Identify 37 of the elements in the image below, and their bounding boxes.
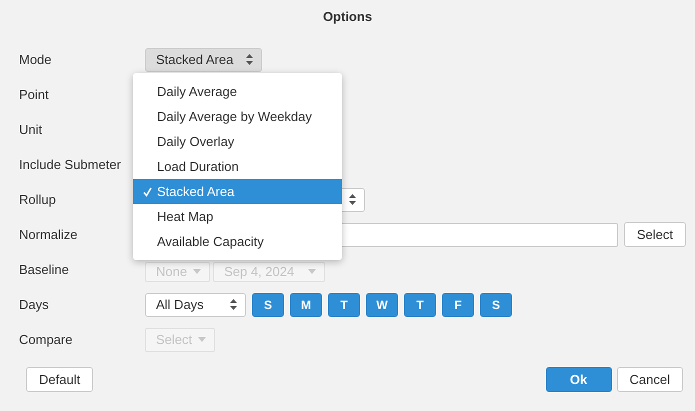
field-label: Include Submeter [18, 157, 122, 172]
field-label: Unit [18, 122, 44, 137]
spinner-icon [230, 299, 237, 310]
weekday-toggle[interactable]: F [442, 292, 474, 316]
menu-item[interactable]: Available Capacity [133, 229, 342, 254]
spinner-icon [349, 194, 356, 205]
field-label: Normalize [18, 227, 79, 242]
weekday-toggle[interactable]: T [328, 292, 360, 316]
weekday-toggle[interactable]: S [252, 292, 284, 316]
weekday-toggle[interactable]: T [404, 292, 436, 316]
caret-icon [193, 269, 202, 274]
cancel-button[interactable]: Cancel [616, 367, 683, 392]
field-label: Rollup [18, 192, 57, 207]
menu-item[interactable]: Stacked Area [133, 179, 342, 204]
select-button[interactable]: Select [624, 222, 686, 247]
ok-button[interactable]: Ok [546, 367, 612, 392]
window-title: Options [322, 8, 372, 26]
default-button[interactable]: Default [26, 367, 94, 392]
field-label: Mode [18, 52, 53, 67]
menu-item[interactable]: Daily Average by Weekday [133, 104, 342, 129]
field-label: Days [18, 297, 50, 312]
mode-select[interactable]: Stacked Area [145, 48, 262, 72]
weekday-toggle[interactable]: M [290, 292, 322, 316]
caret-icon [198, 337, 206, 342]
menu-item[interactable]: Load Duration [133, 154, 342, 179]
menu-item[interactable]: Daily Overlay [133, 129, 342, 154]
field-label: Point [18, 87, 50, 102]
weekday-toggle[interactable]: S [480, 292, 512, 316]
days-select[interactable]: All Days [145, 292, 246, 316]
spinner-icon [246, 54, 253, 65]
menu-item[interactable]: Heat Map [133, 204, 342, 229]
menu-item[interactable]: Daily Average [133, 79, 342, 104]
field-label: Baseline [18, 262, 70, 277]
checkmark-icon [143, 186, 152, 196]
field-label: Compare [18, 332, 74, 347]
weekday-toggle[interactable]: W [366, 292, 398, 316]
caret-icon [308, 269, 316, 274]
